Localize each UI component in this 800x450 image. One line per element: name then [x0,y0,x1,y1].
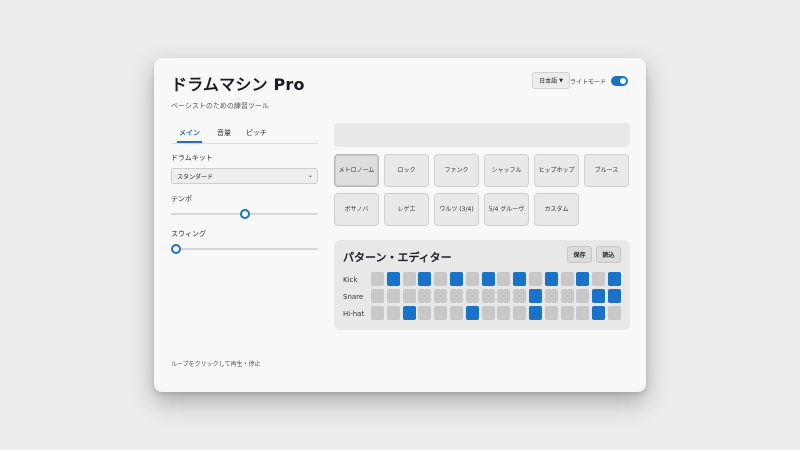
settings-tabs: メイン 音量 ピッチ [171,126,318,144]
save-button[interactable]: 保存 [567,246,592,263]
step-cell[interactable] [402,272,416,286]
step-cell[interactable] [576,306,590,320]
drum-machine-card: ドラムマシン Pro ベーシストのための練習ツール 日本語 ▼ ライトモード メ… [154,58,646,392]
step-cell[interactable] [465,306,479,320]
step-cell[interactable] [497,289,511,303]
step-cell[interactable] [608,289,621,303]
pattern-row-label: Hi-hat [343,310,365,318]
tab-pitch[interactable]: ピッチ [246,126,267,143]
drumkit-value: スタンダード [177,173,214,181]
step-cell[interactable] [576,289,590,303]
preset-button[interactable]: シャッフル [484,154,529,187]
step-cell[interactable] [418,289,432,303]
pattern-row-kick: Kick [334,272,630,287]
step-cell[interactable] [544,272,558,286]
preset-button[interactable]: ロック [384,154,429,187]
pattern-editor-title: パターン・エディター [343,251,452,264]
step-cell[interactable] [371,272,384,286]
step-cell[interactable] [544,289,558,303]
step-cell[interactable] [386,306,400,320]
preset-button[interactable]: 5/4 グルーヴ [484,193,529,226]
step-cell[interactable] [402,289,416,303]
step-cell[interactable] [371,289,384,303]
pattern-row-label: Kick [343,276,358,284]
drumkit-label: ドラムキット [171,154,213,162]
step-cell[interactable] [529,272,542,286]
pattern-editor: パターン・エディター 保存 読込 Kick Snare Hi-hat [334,240,630,330]
theme-toggle[interactable] [611,76,628,86]
step-cell[interactable] [513,289,527,303]
step-cell[interactable] [386,289,400,303]
step-cell[interactable] [481,306,495,320]
step-cell[interactable] [481,272,495,286]
tempo-label: テンポ [171,195,192,203]
tab-volume[interactable]: 音量 [217,126,231,143]
step-cell[interactable] [592,306,606,320]
preset-button[interactable]: ブルース [584,154,629,187]
step-cell[interactable] [418,306,432,320]
chevron-down-icon: ▼ [559,77,563,84]
preset-button[interactable]: レゲエ [384,193,429,226]
step-cell[interactable] [544,306,558,320]
swing-slider[interactable] [171,244,318,254]
chevron-down-icon: ⌄ [307,172,313,179]
preset-button[interactable]: ファンク [434,154,479,187]
step-cell[interactable] [386,272,400,286]
step-cell[interactable] [560,289,574,303]
step-cell[interactable] [497,306,511,320]
step-cell[interactable] [513,306,527,320]
preset-button[interactable]: カスタム [534,193,579,226]
footer-hint: ループをクリックして再生・停止 [171,361,261,368]
step-cell[interactable] [434,289,448,303]
step-cell[interactable] [402,306,416,320]
step-cell[interactable] [529,289,542,303]
step-cell[interactable] [560,272,574,286]
app-title: ドラムマシン Pro [171,75,305,94]
step-cell[interactable] [481,289,495,303]
step-cell[interactable] [418,272,432,286]
step-cell[interactable] [497,272,511,286]
preset-button[interactable]: ワルツ (3/4) [434,193,479,226]
toggle-knob [620,78,626,84]
step-cell[interactable] [371,306,384,320]
app-subtitle: ベーシストのための練習ツール [171,102,269,110]
pattern-row-snare: Snare [334,289,630,304]
theme-label: ライトモード [570,79,607,86]
drumkit-select[interactable]: スタンダード ⌄ [171,168,318,184]
preset-button[interactable]: ボサノバ [334,193,379,226]
tempo-slider[interactable] [171,209,318,219]
swing-slider-track [171,248,318,250]
step-cell[interactable] [434,272,448,286]
language-select[interactable]: 日本語 ▼ [532,72,570,89]
step-cell[interactable] [592,289,606,303]
step-cell[interactable] [450,272,463,286]
step-cell[interactable] [450,306,463,320]
pattern-row-hi-hat: Hi-hat [334,306,630,321]
step-cell[interactable] [608,306,621,320]
swing-label: スウィング [171,230,206,238]
step-cell[interactable] [529,306,542,320]
tab-main[interactable]: メイン [177,126,202,143]
step-cell[interactable] [450,289,463,303]
preset-button[interactable]: ヒップホップ [534,154,579,187]
step-cell[interactable] [592,272,606,286]
step-cell[interactable] [608,272,621,286]
step-cell[interactable] [465,272,479,286]
step-cell[interactable] [560,306,574,320]
step-cell[interactable] [434,306,448,320]
load-button[interactable]: 読込 [596,246,621,263]
status-display [334,123,630,147]
preset-button[interactable]: メトロノーム [334,154,379,187]
pattern-row-label: Snare [343,293,364,301]
language-value: 日本語 [539,78,558,85]
step-cell[interactable] [465,289,479,303]
tempo-slider-thumb[interactable] [239,209,250,219]
step-cell[interactable] [513,272,527,286]
step-cell[interactable] [576,272,590,286]
swing-slider-thumb[interactable] [171,244,181,254]
